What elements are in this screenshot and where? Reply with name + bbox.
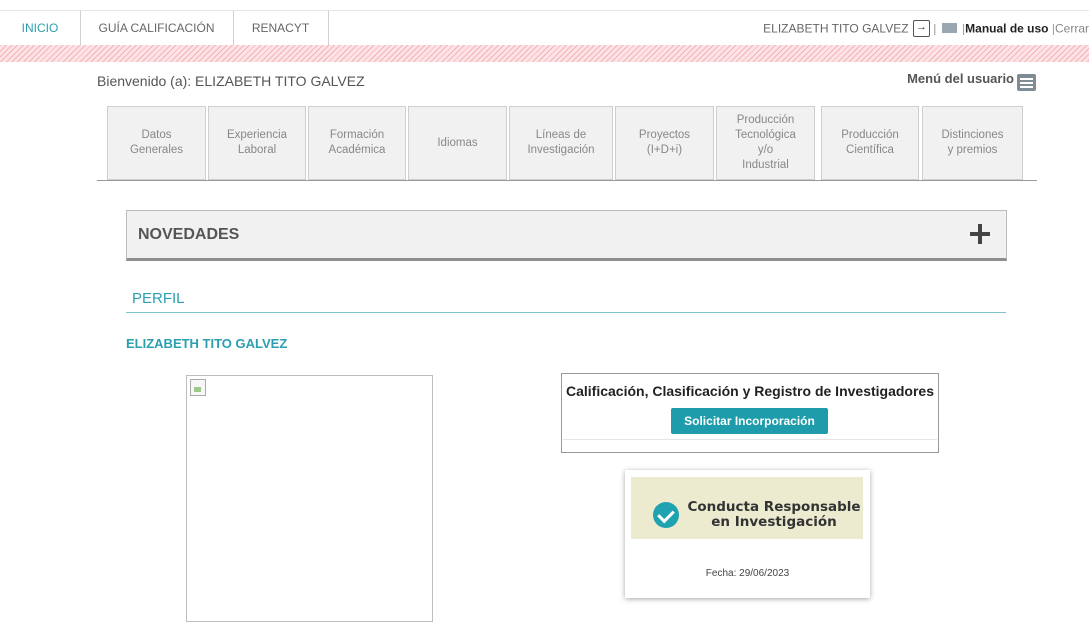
manual-link[interactable]: Manual de uso (965, 21, 1048, 35)
user-name-link[interactable]: ELIZABETH TITO GALVEZ (763, 21, 908, 35)
solicitar-incorporacion-button[interactable]: Solicitar Incorporación (671, 408, 828, 434)
top-right-links: ELIZABETH TITO GALVEZ → | |Manual de uso… (763, 20, 1089, 38)
tab-idiomas[interactable]: Idiomas (408, 106, 507, 180)
user-menu-icon[interactable] (1017, 74, 1036, 91)
perfil-heading: PERFIL (132, 290, 185, 307)
plus-icon[interactable] (970, 224, 990, 244)
tab-produccion-tecnologica[interactable]: Producción Tecnológica y/o Industrial (716, 106, 815, 180)
check-circle-icon (653, 502, 679, 528)
close-link[interactable]: Cerrar (1055, 21, 1089, 35)
tab-label: Industrial (742, 159, 789, 171)
welcome-text: Bienvenido (a): ELIZABETH TITO GALVEZ (97, 73, 365, 89)
certificate-line: en Investigación (711, 514, 837, 530)
certificate-title: Conducta Responsable en Investigación (684, 500, 864, 530)
tab-label: Distinciones (941, 129, 1004, 141)
tab-proyectos[interactable]: Proyectos (I+D+i) (615, 106, 714, 180)
tab-renacyt[interactable]: RENACYT (233, 11, 329, 46)
tab-formacion-academica[interactable]: Formación Académica (308, 106, 406, 180)
tab-experiencia-laboral[interactable]: Experiencia Laboral (208, 106, 306, 180)
tab-label: Proyectos (638, 129, 691, 141)
tab-produccion-cientifica[interactable]: Producción Científica (821, 106, 919, 180)
tab-label: y/o (757, 144, 774, 156)
divider (563, 439, 937, 440)
tab-label: Científica (846, 144, 894, 156)
certificate-date: Fecha: 29/06/2023 (705, 568, 790, 579)
logout-arrow-icon[interactable]: → (912, 20, 930, 38)
tab-label: Experiencia (226, 129, 288, 141)
tab-guia-calificacion[interactable]: GUÍA CALIFICACIÓN (80, 11, 234, 46)
certificate-line: Conducta Responsable (687, 499, 861, 515)
tab-label: y premios (947, 144, 998, 156)
tab-label: Producción (841, 129, 899, 141)
tab-label: Tecnológica (735, 129, 796, 141)
certificate-banner: Conducta Responsable en Investigación (631, 477, 863, 539)
tab-label: Generales (129, 144, 184, 156)
broken-image-icon (190, 379, 206, 396)
tab-inicio[interactable]: INICIO (0, 11, 81, 46)
tab-lineas-investigacion[interactable]: Líneas de Investigación (509, 106, 613, 180)
tab-label: Líneas de (535, 129, 587, 141)
profile-name: ELIZABETH TITO GALVEZ (126, 336, 288, 351)
profile-photo (186, 375, 433, 622)
section-tabs: Datos Generales Experiencia Laboral Formac… (97, 106, 1037, 181)
tab-label: Producción (736, 114, 795, 126)
calificacion-title: Calificación, Clasificación y Registro d… (565, 383, 934, 399)
tab-label: (I+D+i) (646, 144, 683, 156)
tab-label: Académica (328, 144, 386, 156)
tab-datos-generales[interactable]: Datos Generales (107, 106, 206, 180)
novedades-panel[interactable]: NOVEDADES (126, 210, 1007, 261)
tab-label: Idiomas (437, 136, 478, 149)
conducta-responsable-certificate[interactable]: Conducta Responsable en Investigación Fe… (625, 470, 870, 598)
top-navigation: INICIO GUÍA CALIFICACIÓN RENACYT ELIZABE… (0, 10, 1089, 46)
tab-label: Datos (141, 129, 172, 141)
tab-label: Investigación (527, 144, 595, 156)
tab-label: Formación (329, 129, 385, 141)
divider (126, 312, 1006, 313)
tab-label: Laboral (237, 144, 277, 156)
mail-icon[interactable] (941, 22, 957, 33)
novedades-title: NOVEDADES (138, 226, 240, 243)
decorative-stripe (0, 45, 1089, 62)
calificacion-box: Calificación, Clasificación y Registro d… (561, 373, 939, 453)
tab-distinciones[interactable]: Distinciones y premios (922, 106, 1023, 180)
user-menu-link[interactable]: Menú del usuario (907, 71, 1014, 86)
